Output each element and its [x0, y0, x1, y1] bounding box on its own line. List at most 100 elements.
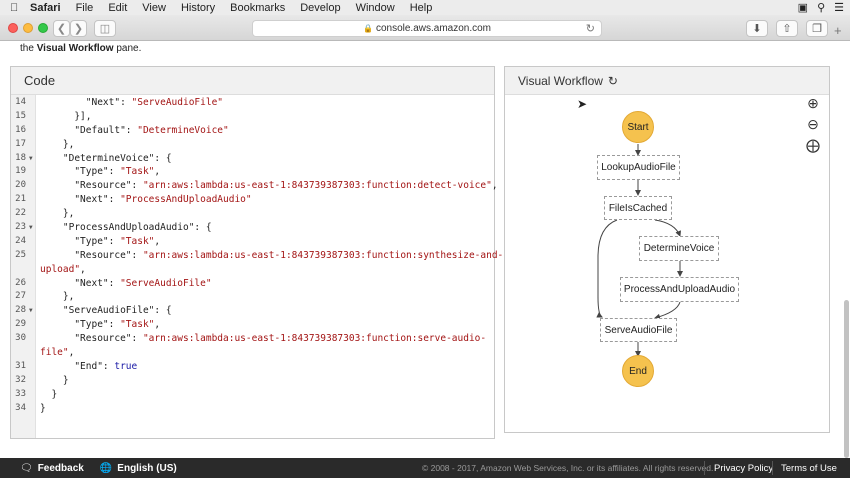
code-token: "Task"	[120, 235, 155, 247]
code-token: "Task"	[120, 319, 155, 331]
page-scrollbar[interactable]	[844, 300, 849, 458]
line-number: 20	[15, 180, 26, 191]
feedback-link[interactable]: 🗨 Feedback	[20, 463, 84, 474]
terms-of-use-link[interactable]: Terms of Use	[781, 463, 837, 474]
code-text: "Type": "Task",	[40, 165, 160, 179]
language-selector[interactable]: 🌐 English (US)	[100, 463, 177, 474]
lookup-audio-file-node[interactable]: LookupAudioFile	[597, 155, 680, 180]
forward-button[interactable]: ❯	[70, 20, 87, 37]
line-number: 17	[15, 138, 26, 149]
menu-app-safari[interactable]: Safari	[30, 2, 61, 14]
spotlight-search-icon[interactable]: ⚲	[817, 1, 825, 14]
privacy-policy-link[interactable]: Privacy Policy	[714, 463, 773, 474]
line-number: 34	[15, 402, 26, 413]
end-node[interactable]: End	[622, 355, 654, 387]
zoom-window-button[interactable]	[38, 23, 48, 33]
line-number: 24	[15, 235, 26, 246]
menu-help[interactable]: Help	[410, 2, 433, 14]
code-text: "Resource": "arn:aws:lambda:us-east-1:84…	[40, 332, 486, 346]
code-text: "Resource": "arn:aws:lambda:us-east-1:84…	[40, 179, 498, 193]
code-line: 17 },	[11, 138, 494, 152]
address-bar[interactable]: 🔒 console.aws.amazon.com ↻	[252, 20, 602, 37]
fold-arrow-icon[interactable]: ▼	[29, 221, 33, 235]
serve-audio-file-label: ServeAudioFile	[604, 324, 673, 336]
menu-window[interactable]: Window	[356, 2, 395, 14]
code-line: 32 }	[11, 374, 494, 388]
code-token: "Type":	[40, 235, 121, 247]
file-is-cached-label: FileIsCached	[608, 202, 668, 214]
lock-icon: 🔒	[362, 24, 373, 33]
code-line: 15 }],	[11, 110, 494, 124]
notification-center-icon[interactable]: ☰	[834, 1, 844, 14]
code-token: "Task"	[120, 166, 155, 178]
speech-bubble-icon: 🗨	[20, 462, 33, 474]
code-line: 31 "End": true	[11, 360, 494, 374]
menu-bar-status: ▣ ⚲ ☰	[798, 0, 844, 15]
share-icon: ⇧	[782, 23, 792, 35]
code-token: "Resource":	[40, 333, 143, 345]
code-line: file",	[11, 346, 494, 360]
menu-develop[interactable]: Develop	[300, 2, 340, 14]
line-number: 31	[15, 360, 26, 371]
fold-arrow-icon[interactable]: ▼	[29, 152, 33, 166]
code-token: "Default":	[40, 124, 138, 136]
menu-view[interactable]: View	[142, 2, 166, 14]
code-panel: Code 14 "Next": "ServeAudioFile" 15 }], 16…	[10, 66, 503, 439]
line-number: 28	[15, 305, 26, 316]
console-footer: 🗨 Feedback 🌐 English (US) © 2008 - 2017,…	[0, 458, 850, 478]
intro-suffix: pane.	[113, 43, 142, 54]
code-token: "Next":	[40, 277, 121, 289]
code-text: "DetermineVoice": {	[40, 152, 172, 166]
code-token: "ServeAudioFile"	[120, 277, 212, 289]
code-token: "arn:aws:lambda:us-east-1:843739387303:f…	[142, 180, 492, 192]
menu-bookmarks[interactable]: Bookmarks	[230, 2, 285, 14]
end-node-label: End	[629, 365, 647, 377]
code-line: 24 "Type": "Task",	[11, 235, 494, 249]
menu-history[interactable]: History	[181, 2, 215, 14]
menu-file[interactable]: File	[76, 2, 94, 14]
code-token: "ProcessAndUploadAudio": {	[40, 222, 212, 234]
line-number: 27	[15, 291, 26, 302]
fold-arrow-icon[interactable]: ▼	[29, 304, 33, 318]
download-icon: ⬇	[752, 23, 762, 35]
code-line: 26 "Next": "ServeAudioFile"	[11, 277, 494, 291]
visual-workflow-panel: Visual Workflow ↻ ⊕ ⊖ ⨁ Start LookupAudi…	[504, 66, 830, 433]
code-token: },	[40, 291, 75, 303]
line-number: 29	[15, 319, 26, 330]
tabs-overview-button[interactable]: ❐	[806, 20, 828, 37]
close-window-button[interactable]	[8, 23, 18, 33]
reload-icon[interactable]: ↻	[586, 22, 595, 35]
serve-audio-file-node[interactable]: ServeAudioFile	[600, 318, 677, 342]
code-text: upload",	[40, 263, 86, 277]
start-node[interactable]: Start	[622, 111, 654, 143]
code-line: 29 "Type": "Task",	[11, 318, 494, 332]
code-editor[interactable]: 14 "Next": "ServeAudioFile" 15 }], 16 "Def…	[11, 96, 503, 415]
back-button[interactable]: ❮	[53, 20, 70, 37]
code-line: 14 "Next": "ServeAudioFile"	[11, 96, 494, 110]
process-and-upload-audio-node[interactable]: ProcessAndUploadAudio	[620, 277, 739, 302]
code-text: "Next": "ServeAudioFile"	[40, 96, 223, 110]
code-line: 33 }	[11, 388, 494, 402]
screen-record-icon[interactable]: ▣	[798, 1, 808, 14]
minimize-window-button[interactable]	[23, 23, 33, 33]
code-text: },	[40, 290, 74, 304]
code-text: "ProcessAndUploadAudio": {	[40, 221, 212, 235]
share-button[interactable]: ⇧	[776, 20, 798, 37]
url-text: console.aws.amazon.com	[375, 23, 492, 34]
code-token: ,	[491, 180, 498, 192]
determine-voice-node[interactable]: DetermineVoice	[639, 236, 719, 261]
code-text: "Resource": "arn:aws:lambda:us-east-1:84…	[40, 249, 503, 263]
code-panel-title: Code	[24, 73, 56, 88]
apple-menu-icon[interactable]: 	[10, 2, 22, 14]
code-token: ,	[154, 166, 161, 178]
code-line: 28 ▼ "ServeAudioFile": {	[11, 304, 494, 318]
feedback-label: Feedback	[37, 462, 84, 474]
new-tab-button[interactable]: +	[834, 23, 842, 38]
footer-divider	[772, 461, 773, 475]
line-number: 15	[15, 110, 26, 121]
start-node-label: Start	[627, 121, 649, 133]
file-is-cached-node[interactable]: FileIsCached	[604, 196, 672, 220]
sidebar-toggle-button[interactable]: ◫	[94, 20, 116, 37]
menu-edit[interactable]: Edit	[108, 2, 127, 14]
downloads-button[interactable]: ⬇	[746, 20, 768, 37]
